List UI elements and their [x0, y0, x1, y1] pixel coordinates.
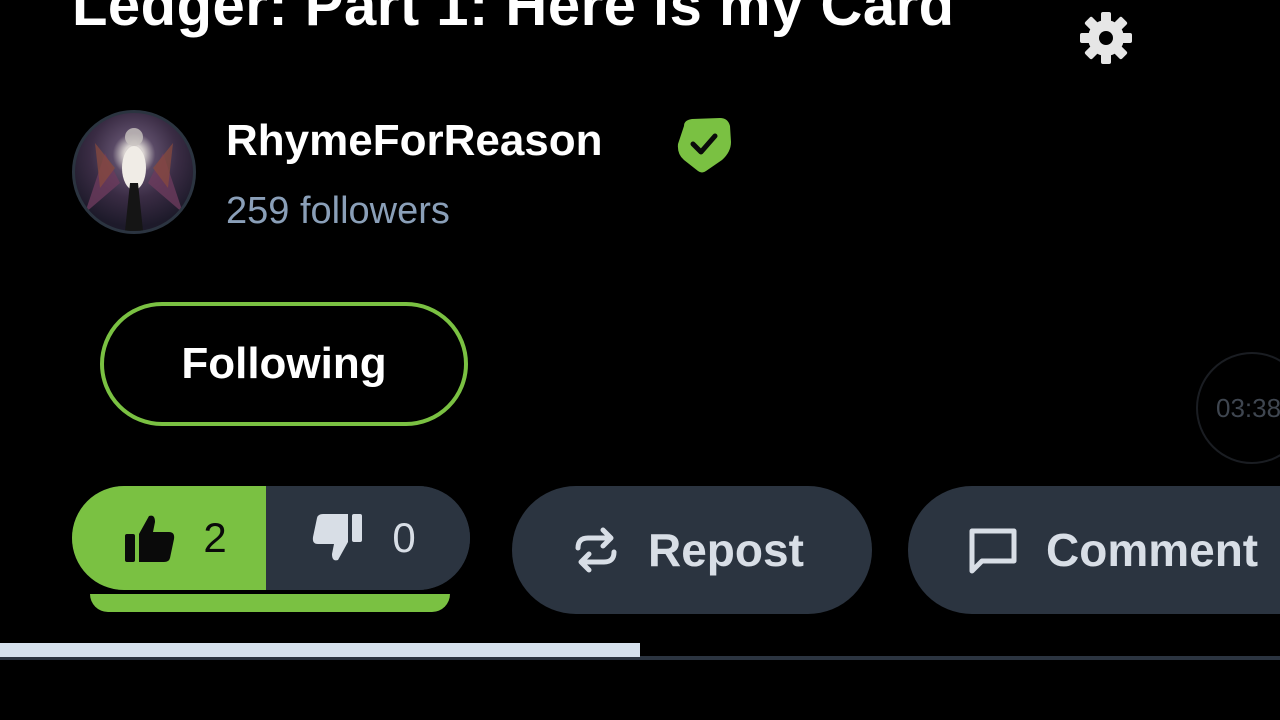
repost-icon	[575, 527, 617, 573]
channel-name[interactable]: RhymeForReason	[226, 116, 603, 166]
progress-fill	[0, 643, 640, 657]
like-count: 2	[203, 514, 227, 561]
gear-icon[interactable]	[1074, 6, 1138, 70]
video-title: Ledger: Part 1: Here is my Card	[72, 0, 955, 38]
dislike-count: 0	[392, 514, 416, 561]
time-readout-text: 03:38	[1216, 392, 1280, 423]
dislike-button[interactable]: 0	[270, 486, 470, 590]
time-readout: 03:38	[1196, 352, 1280, 464]
comment-button[interactable]: Comment	[908, 486, 1280, 614]
comment-label: Comment	[1046, 524, 1259, 576]
followers-count: 259 followers	[226, 190, 450, 232]
like-button[interactable]: 2	[72, 486, 267, 590]
repost-button[interactable]: Repost	[512, 486, 872, 614]
video-overlay: Ledger: Part 1: Here is my Card RhymeFor…	[0, 0, 1280, 720]
thumbs-down-icon	[313, 514, 363, 561]
avatar-artwork	[85, 128, 183, 231]
verified-badge-icon	[677, 118, 731, 173]
thumbs-up-icon	[125, 515, 175, 562]
repost-label: Repost	[648, 524, 804, 576]
following-button[interactable]: Following	[100, 302, 468, 426]
vote-group: 2 0	[72, 486, 470, 590]
channel-avatar[interactable]	[72, 110, 196, 234]
comment-icon	[969, 528, 1017, 574]
vote-ratio-bar	[90, 594, 450, 612]
following-button-label: Following	[181, 339, 387, 388]
